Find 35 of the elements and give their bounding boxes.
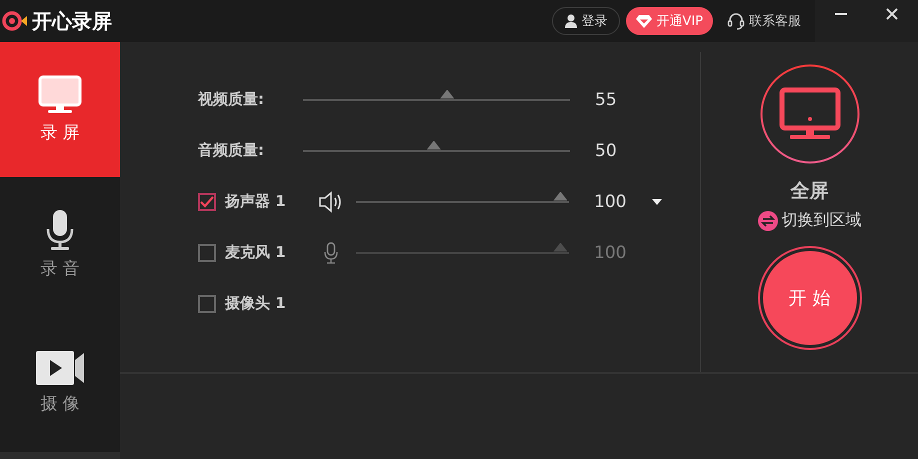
- microphone-icon: [46, 209, 74, 251]
- setting-label: 视频质量:: [198, 90, 265, 109]
- sidebar-tab[interactable]: 录 音: [0, 177, 120, 312]
- dropdown-caret-icon[interactable]: [652, 198, 662, 204]
- microphone-icon: [324, 242, 338, 264]
- sidebar-tab[interactable]: 摄 像: [0, 312, 120, 452]
- check-icon: [200, 196, 214, 208]
- device-label: 摄像头 1: [225, 294, 287, 313]
- close-icon[interactable]: [886, 8, 898, 20]
- app-title: 开心录屏: [32, 8, 112, 34]
- vip-button[interactable]: 开通VIP: [626, 7, 713, 35]
- login-button[interactable]: 登录: [552, 7, 620, 35]
- value-label: 100: [594, 242, 628, 262]
- swap-icon: [758, 210, 778, 230]
- checkbox[interactable]: [198, 192, 216, 210]
- monitor-icon: [760, 64, 860, 164]
- monitor-icon: [38, 75, 82, 115]
- sidebar-tab[interactable]: 录 屏: [0, 42, 120, 177]
- value-label: 100: [594, 192, 628, 212]
- headset-icon: [727, 12, 745, 30]
- checkbox[interactable]: [198, 294, 216, 312]
- value-label: 55: [595, 90, 618, 110]
- device-label: 麦克风 1: [225, 243, 287, 262]
- mode-label: 全屏: [790, 179, 828, 204]
- start-button[interactable]: 开 始: [762, 251, 856, 345]
- support-button[interactable]: 联系客服: [721, 7, 807, 35]
- value-label: 50: [595, 140, 618, 160]
- speaker-icon: [318, 190, 344, 212]
- device-label: 扬声器 1: [225, 192, 287, 211]
- logo-icon: [2, 10, 28, 32]
- user-icon: [565, 14, 578, 28]
- setting-label: 音频质量:: [198, 141, 265, 160]
- diamond-icon: [636, 14, 652, 28]
- switch-link[interactable]: 切换到区域: [758, 210, 862, 231]
- video-camera-icon: [35, 350, 85, 386]
